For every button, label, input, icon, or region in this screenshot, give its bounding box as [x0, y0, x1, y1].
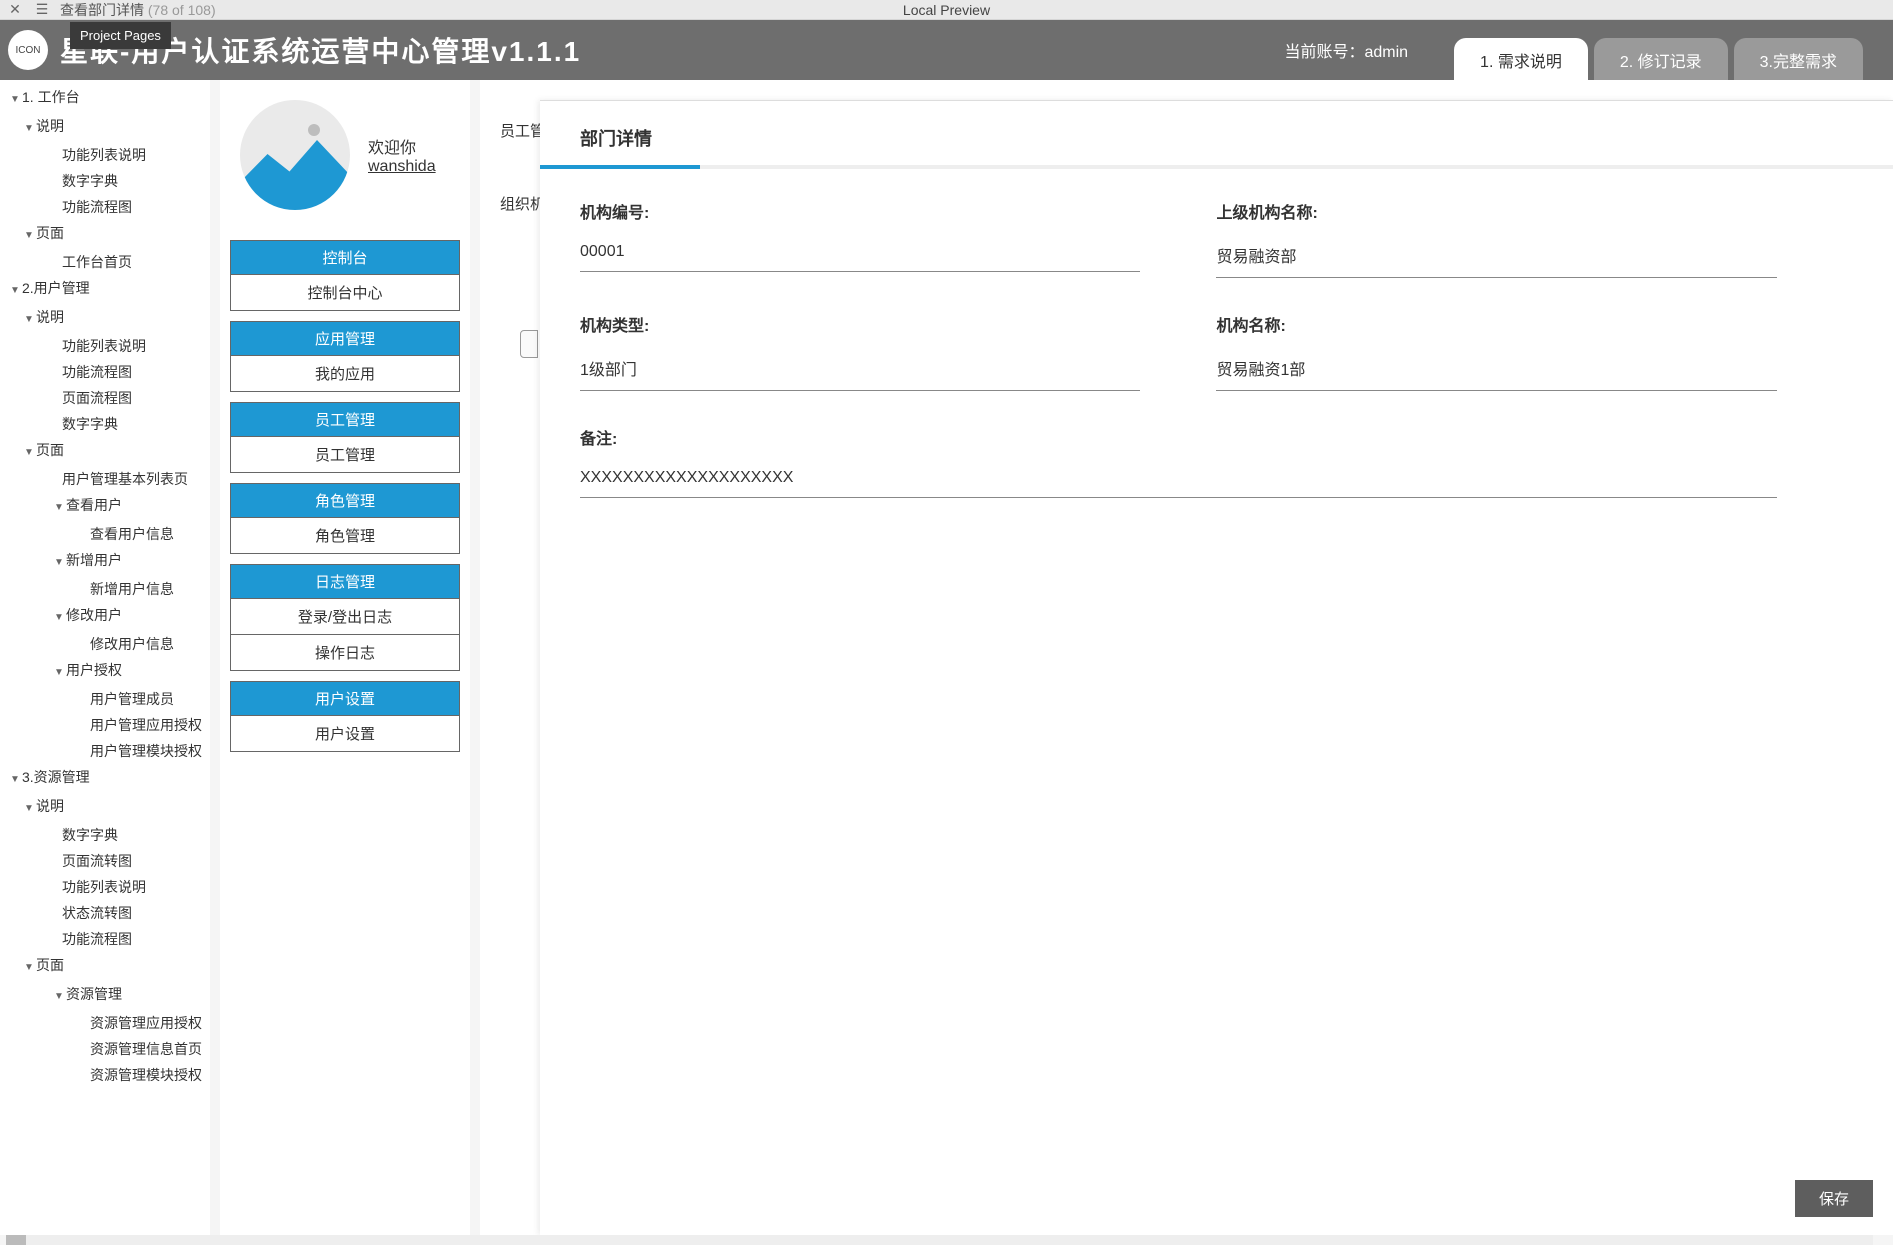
bg-tab-1: 员工管	[500, 120, 545, 141]
panel-tab-indicator	[540, 165, 1893, 169]
partial-button[interactable]	[520, 330, 538, 358]
banner-tabs: 1. 需求说明 2. 修订记录 3.完整需求	[1448, 20, 1863, 80]
tree-node[interactable]: ▼查看用户	[0, 492, 210, 521]
tree-node[interactable]: ▼1. 工作台	[0, 84, 210, 113]
menu-item[interactable]: 员工管理	[231, 436, 459, 472]
welcome-text: 欢迎你	[368, 134, 436, 158]
project-tree[interactable]: ▼1. 工作台▼说明功能列表说明数字字典功能流程图▼页面工作台首页▼2.用户管理…	[0, 80, 210, 1235]
label-org-no: 机构编号:	[580, 199, 1140, 223]
detail-panel: 部门详情 机构编号: 00001 上级机构名称: 贸易融资部 机构类型:	[540, 100, 1893, 1235]
tree-node[interactable]: 页面流转图	[0, 848, 210, 874]
menu-item[interactable]: 登录/登出日志	[231, 598, 459, 634]
tree-node[interactable]: ▼说明	[0, 304, 210, 333]
tree-node[interactable]: 用户管理模块授权	[0, 738, 210, 764]
app-icon: ICON	[8, 30, 48, 70]
menu-group-head[interactable]: 控制台	[231, 241, 459, 274]
tree-node[interactable]: ▼2.用户管理	[0, 275, 210, 304]
menu-group: 控制台控制台中心	[230, 240, 460, 311]
label-parent-name: 上级机构名称:	[1216, 199, 1776, 223]
tooltip-project-pages: Project Pages	[70, 22, 171, 49]
tree-node[interactable]: ▼3.资源管理	[0, 764, 210, 793]
canvas: 员工管 组织机 部门详情 机构编号: 00001 上级机构名称: 贸易融资部	[480, 80, 1893, 1235]
label-org-name: 机构名称:	[1216, 312, 1776, 336]
value-org-type[interactable]: 1级部门	[580, 356, 1140, 391]
menu-item[interactable]: 用户设置	[231, 715, 459, 751]
tab-revisions[interactable]: 2. 修订记录	[1594, 38, 1728, 80]
workspace: ▼1. 工作台▼说明功能列表说明数字字典功能流程图▼页面工作台首页▼2.用户管理…	[0, 80, 1893, 1235]
username-link[interactable]: wanshida	[368, 158, 436, 176]
menu-group: 员工管理员工管理	[230, 402, 460, 473]
value-remark[interactable]: XXXXXXXXXXXXXXXXXXXX	[580, 469, 1777, 498]
label-remark: 备注:	[580, 425, 1777, 449]
menu-group: 应用管理我的应用	[230, 321, 460, 392]
tree-node[interactable]: 功能列表说明	[0, 333, 210, 359]
menu-item[interactable]: 角色管理	[231, 517, 459, 553]
tree-node[interactable]: 查看用户信息	[0, 521, 210, 547]
tree-node[interactable]: 资源管理模块授权	[0, 1062, 210, 1088]
tree-node[interactable]: 状态流转图	[0, 900, 210, 926]
top-strip: ✕ ☰ 查看部门详情 (78 of 108) Local Preview	[0, 0, 1893, 20]
tree-node[interactable]: ▼资源管理	[0, 981, 210, 1010]
menu-group: 角色管理角色管理	[230, 483, 460, 554]
menu-group-head[interactable]: 员工管理	[231, 403, 459, 436]
tree-node[interactable]: 新增用户信息	[0, 576, 210, 602]
tree-node[interactable]: 数字字典	[0, 822, 210, 848]
breadcrumb-title: 查看部门详情	[60, 2, 144, 18]
tree-node[interactable]: 数字字典	[0, 411, 210, 437]
tree-node[interactable]: 功能流程图	[0, 926, 210, 952]
menu-item[interactable]: 控制台中心	[231, 274, 459, 310]
breadcrumb: 查看部门详情 (78 of 108)	[54, 0, 222, 20]
tree-node[interactable]: ▼说明	[0, 793, 210, 822]
preview-label: Local Preview	[903, 2, 990, 18]
tree-node[interactable]: 功能流程图	[0, 359, 210, 385]
tree-node[interactable]: 功能流程图	[0, 194, 210, 220]
tree-node[interactable]: 用户管理应用授权	[0, 712, 210, 738]
menu-group: 日志管理登录/登出日志操作日志	[230, 564, 460, 671]
tree-node[interactable]: 页面流程图	[0, 385, 210, 411]
bg-tab-2: 组织机	[500, 193, 545, 214]
save-button[interactable]: 保存	[1795, 1180, 1873, 1217]
tree-node[interactable]: 修改用户信息	[0, 631, 210, 657]
tree-node[interactable]: 用户管理成员	[0, 686, 210, 712]
tree-node[interactable]: 数字字典	[0, 168, 210, 194]
breadcrumb-count: (78 of 108)	[148, 2, 216, 18]
menu-group-head[interactable]: 用户设置	[231, 682, 459, 715]
menu-item[interactable]: 我的应用	[231, 355, 459, 391]
tree-node[interactable]: ▼用户授权	[0, 657, 210, 686]
hamburger-icon[interactable]: ☰	[30, 1, 54, 18]
tree-node[interactable]: ▼页面	[0, 220, 210, 249]
value-org-no[interactable]: 00001	[580, 243, 1140, 272]
banner: ICON 星联-用户认证系统运营中心管理v1.1.1 当前账号：admin 1.…	[0, 20, 1893, 80]
value-parent-name[interactable]: 贸易融资部	[1216, 243, 1776, 278]
tab-requirements[interactable]: 1. 需求说明	[1454, 38, 1588, 80]
tree-node[interactable]: ▼新增用户	[0, 547, 210, 576]
tab-full-requirements[interactable]: 3.完整需求	[1734, 38, 1863, 80]
menu-group-head[interactable]: 角色管理	[231, 484, 459, 517]
menu-group-head[interactable]: 日志管理	[231, 565, 459, 598]
tree-node[interactable]: ▼修改用户	[0, 602, 210, 631]
background-tabs: 员工管 组织机	[500, 120, 545, 266]
menu-item[interactable]: 操作日志	[231, 634, 459, 670]
side-menu-column: 欢迎你 wanshida 控制台控制台中心应用管理我的应用员工管理员工管理角色管…	[220, 80, 470, 1235]
close-icon[interactable]: ✕	[0, 1, 30, 18]
label-org-type: 机构类型:	[580, 312, 1140, 336]
value-org-name[interactable]: 贸易融资1部	[1216, 356, 1776, 391]
horizontal-scrollbar[interactable]	[6, 1235, 1873, 1245]
tree-node[interactable]: 资源管理信息首页	[0, 1036, 210, 1062]
tree-node[interactable]: 资源管理应用授权	[0, 1010, 210, 1036]
avatar-icon	[240, 100, 350, 210]
tree-node[interactable]: ▼页面	[0, 952, 210, 981]
avatar-block: 欢迎你 wanshida	[230, 100, 460, 210]
tree-node[interactable]: 用户管理基本列表页	[0, 466, 210, 492]
tree-node[interactable]: 功能列表说明	[0, 874, 210, 900]
tree-node[interactable]: ▼页面	[0, 437, 210, 466]
menu-group: 用户设置用户设置	[230, 681, 460, 752]
menu-group-head[interactable]: 应用管理	[231, 322, 459, 355]
tree-node[interactable]: ▼说明	[0, 113, 210, 142]
panel-title: 部门详情	[540, 101, 1893, 165]
tree-node[interactable]: 工作台首页	[0, 249, 210, 275]
current-account: 当前账号：admin	[1284, 38, 1408, 62]
tree-node[interactable]: 功能列表说明	[0, 142, 210, 168]
